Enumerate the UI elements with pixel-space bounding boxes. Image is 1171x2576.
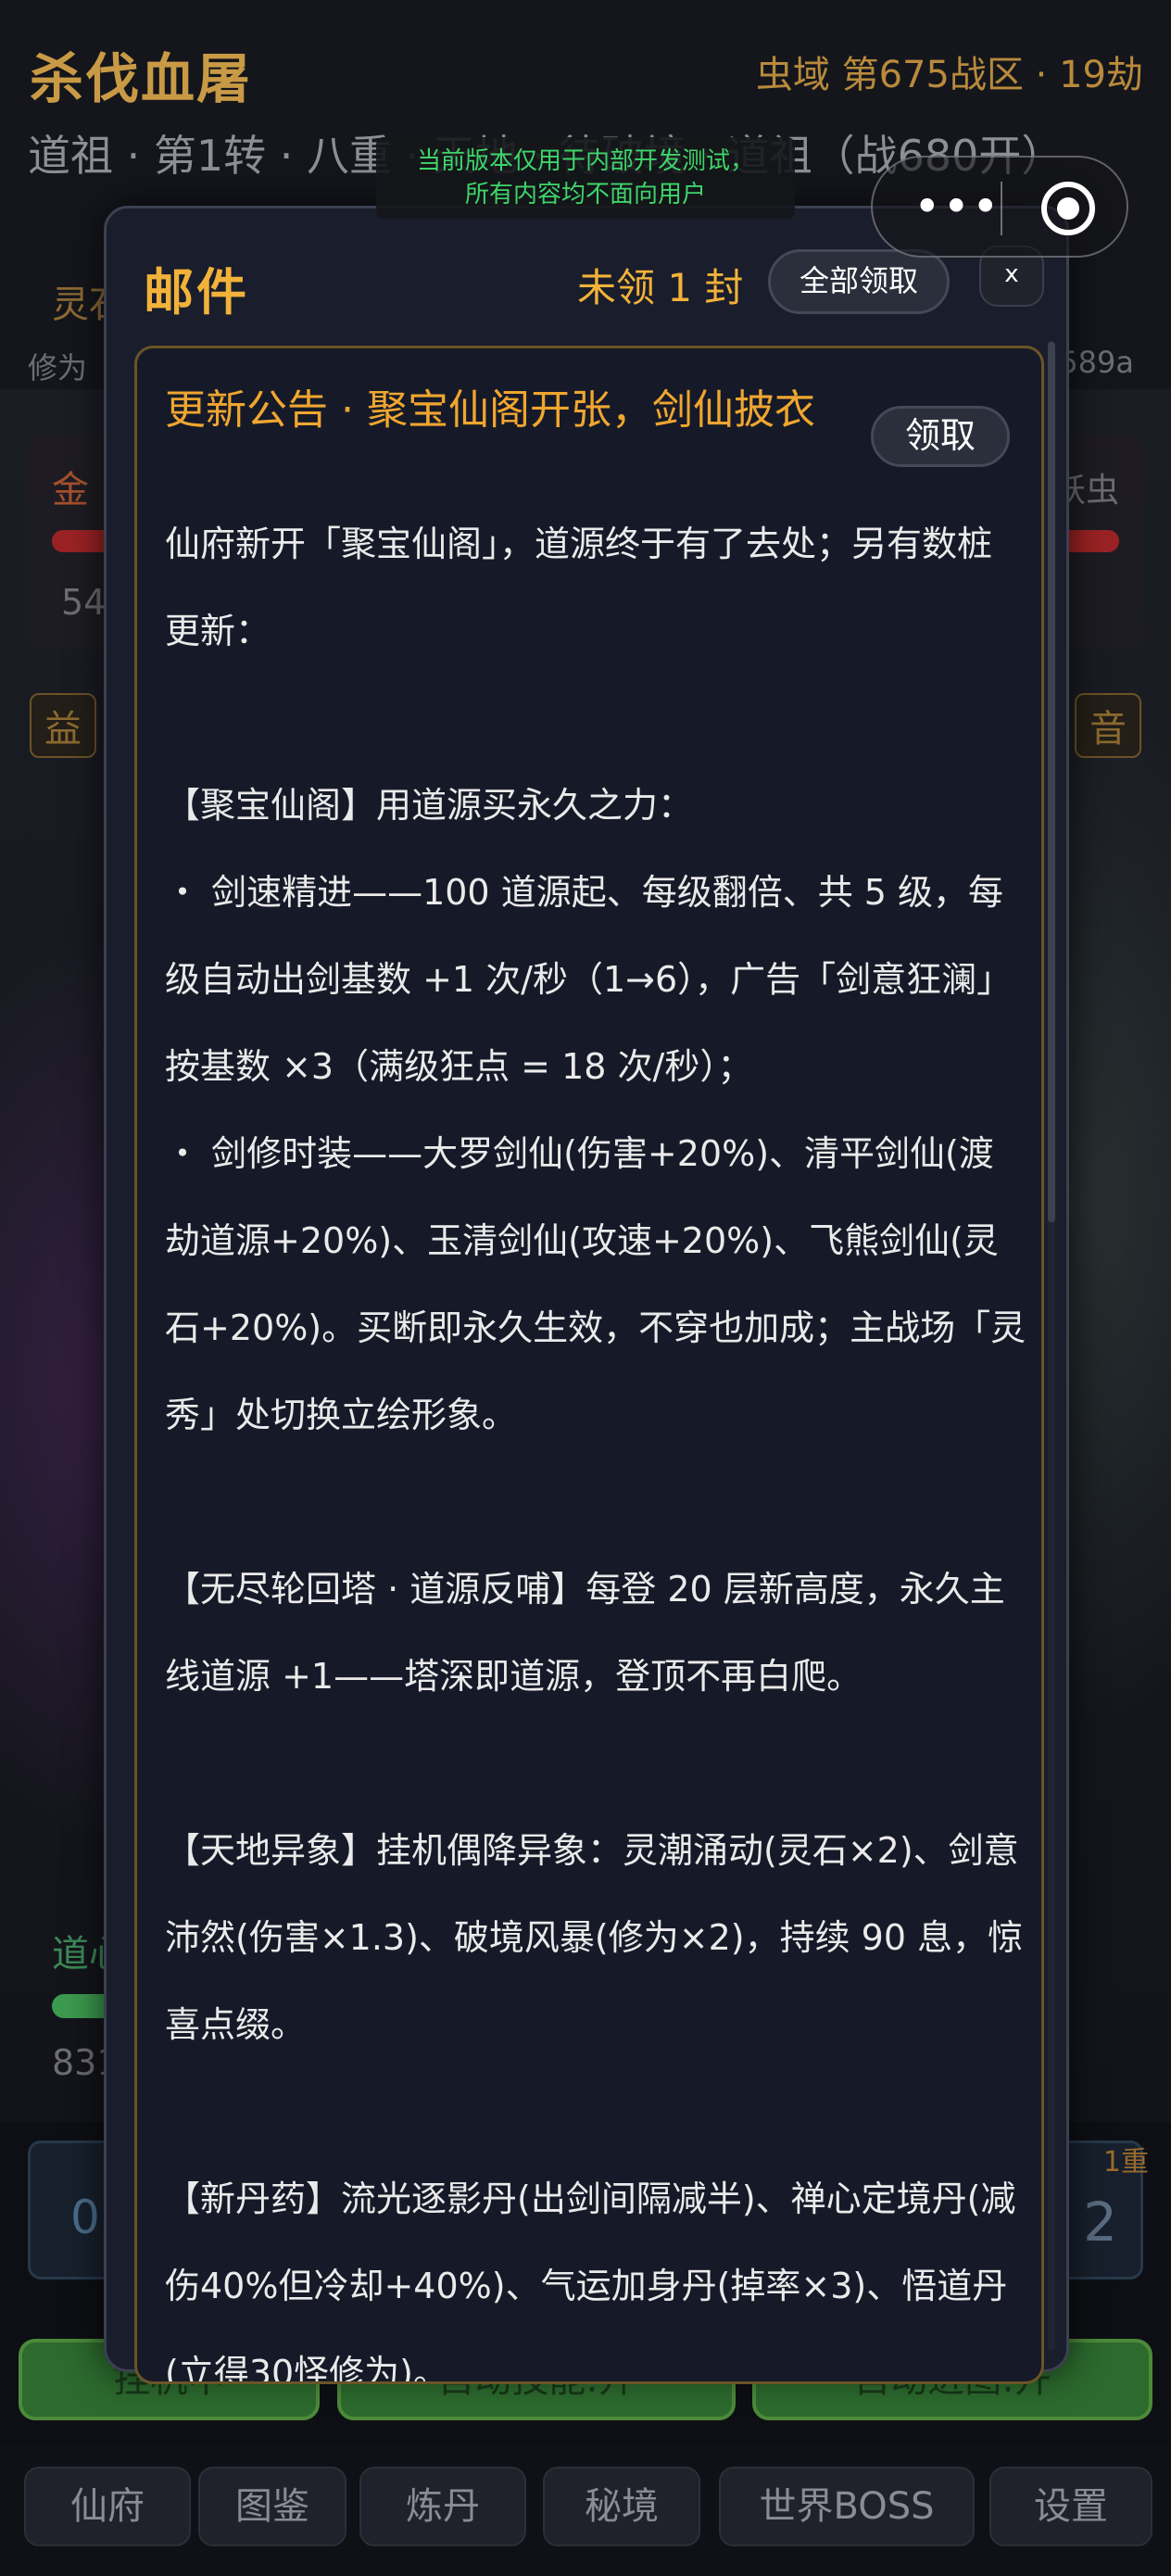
dev-notice-line: 所有内容均不面向用户 [464,181,706,208]
mail-paragraph: ・ 剑速精进——100 道源起、每级翻倍、共 5 级，每级自动出剑基数 +1 次… [165,872,1013,1087]
mail-blank-line [165,675,1026,762]
mail-item: 更新公告 · 聚宝仙阁开张，剑仙披衣 领取 仙府新开「聚宝仙阁」，道源终于有了去… [134,346,1044,2384]
mail-paragraph: 【新丹药】流光逐影丹(出剑间隔减半)、禅心定境丹(减伤40%但冷却+40%)、气… [165,2178,1016,2384]
nav-immortal-home[interactable]: 仙府 [24,2467,191,2546]
player-panel-value: 54 [61,582,107,623]
unclaimed-count: 未领 1 封 [577,265,744,310]
skill-slot-right-count: 2 [1083,2191,1117,2254]
skill-slot-left-count: 0 [70,2191,100,2244]
exit-icon-dot [1057,197,1079,220]
mail-paragraph: 【聚宝仙阁】用道源买永久之力： [165,785,694,826]
capsule-divider [1001,182,1002,235]
scrollbar-thumb[interactable] [1048,342,1055,1222]
buff-tag[interactable]: 益 [30,693,96,758]
player-panel-label: 金 [52,469,89,511]
mail-blank-line [165,1458,1026,1546]
cultivation-label: 修为 [28,350,88,385]
mail-subject: 更新公告 · 聚宝仙阁开张，剑仙披衣 [165,386,815,434]
exit-icon[interactable] [1041,182,1095,235]
dev-notice: 当前版本仅用于内部开发测试， 所有内容均不面向用户 [376,137,795,219]
nav-settings[interactable]: 设置 [989,2467,1152,2546]
nav-secret-realm[interactable]: 秘境 [543,2467,700,2546]
claim-button[interactable]: 领取 [871,406,1010,467]
nav-codex[interactable]: 图鉴 [198,2467,346,2546]
layer-label: 1重 [1102,2146,1149,2178]
mail-blank-line [165,2068,1026,2155]
mail-body: 仙府新开「聚宝仙阁」，道源终于有了去处；另有数桩更新： 【聚宝仙阁】用道源买永久… [165,500,1026,2384]
region-info: 虫域 第675战区 · 19劫 [755,54,1143,96]
game-title: 杀伐血屠 [30,47,253,110]
dev-notice-line: 当前版本仅用于内部开发测试， [416,147,754,175]
mail-dialog: 邮件 未领 1 封 全部领取 x 更新公告 · 聚宝仙阁开张，剑仙披衣 领取 仙… [104,206,1069,2384]
more-icon[interactable]: ••• [913,183,999,234]
mail-title: 邮件 [144,263,249,322]
nav-world-boss[interactable]: 世界BOSS [719,2467,975,2546]
cultivation-value: 589a [1059,345,1134,380]
mail-blank-line [165,1720,1026,1807]
claim-all-button[interactable]: 全部领取 [768,249,950,314]
mail-paragraph: 仙府新开「聚宝仙阁」，道源终于有了去处；另有数桩更新： [165,524,993,651]
mini-program-capsule: ••• [871,156,1128,258]
mail-paragraph: ・ 剑修时装——大罗剑仙(伤害+20%)、清平剑仙(渡劫道源+20%)、玉清剑仙… [165,1133,1026,1435]
mail-paragraph: 【无尽轮回塔 · 道源反哺】每登 20 层新高度，永久主线道源 +1——塔深即道… [165,1569,1005,1697]
sound-tag[interactable]: 音 [1075,693,1141,758]
mail-paragraph: 【天地异象】挂机偶降异象：灵潮涌动(灵石×2)、剑意沛然(伤害×1.3)、破境风… [165,1830,1024,2045]
nav-alchemy[interactable]: 炼丹 [359,2467,526,2546]
